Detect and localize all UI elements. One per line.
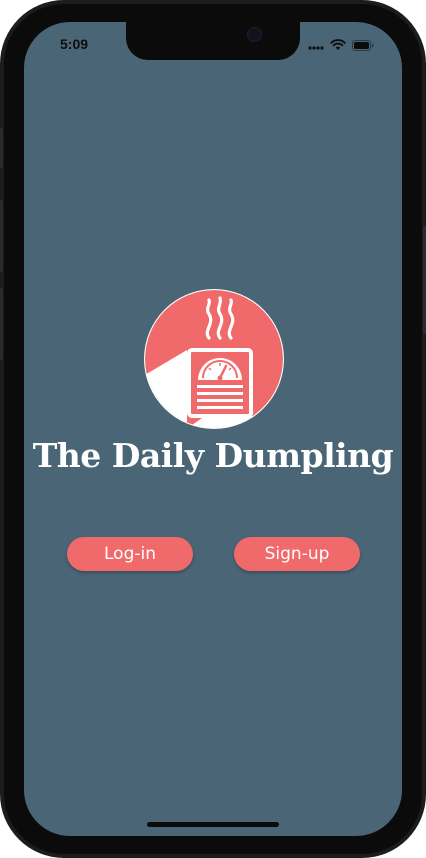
camera-icon — [247, 27, 262, 42]
volume-up-button — [0, 128, 3, 168]
volume-down-button — [0, 200, 3, 272]
wifi-icon — [330, 38, 346, 56]
newspaper-scale-steam-icon — [143, 288, 285, 430]
phone-frame: 5:09 The Daily Dumpling Log-in Sign-up — [0, 0, 426, 858]
login-button[interactable]: Log-in — [67, 537, 193, 571]
notch — [126, 22, 300, 60]
home-indicator[interactable] — [147, 822, 279, 827]
volume-down-button-2 — [0, 288, 3, 360]
app-title: The Daily Dumpling — [32, 436, 394, 475]
app-screen: 5:09 The Daily Dumpling Log-in Sign-up — [24, 22, 402, 836]
signup-button[interactable]: Sign-up — [234, 537, 360, 571]
cellular-dots-icon — [308, 38, 324, 56]
status-icons — [308, 38, 374, 56]
status-time: 5:09 — [60, 36, 89, 52]
battery-icon — [352, 38, 374, 56]
